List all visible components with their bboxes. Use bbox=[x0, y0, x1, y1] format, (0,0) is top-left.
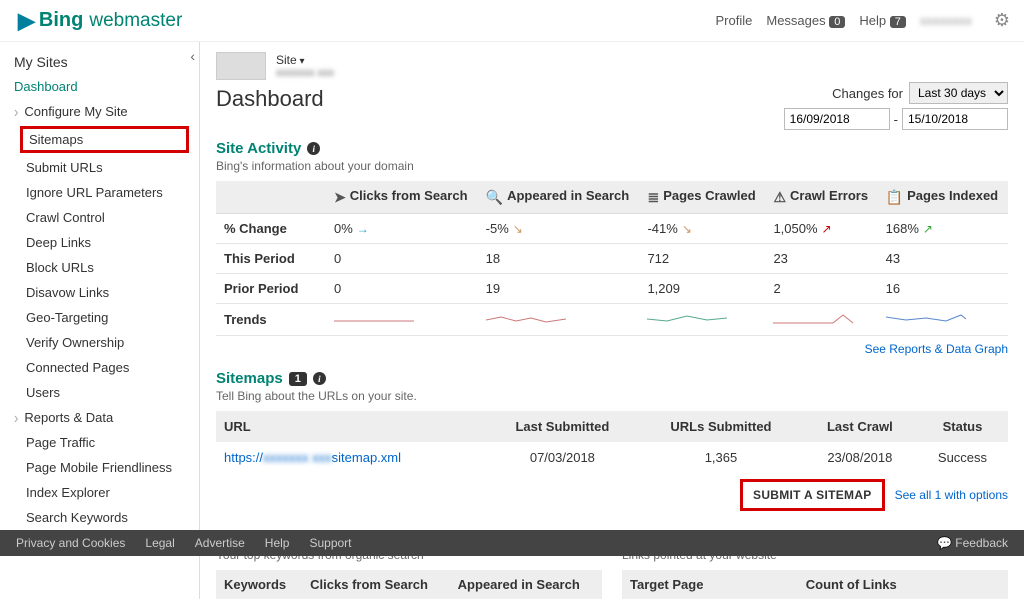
sitemaps-title: Sitemaps 1 i bbox=[216, 370, 1008, 387]
sidebar-configure[interactable]: Configure My Site bbox=[0, 99, 199, 124]
changes-range-select[interactable]: Last 30 days bbox=[909, 82, 1008, 104]
gear-icon[interactable]: ⚙ bbox=[994, 10, 1010, 31]
arrow-down-icon: ↘ bbox=[513, 222, 523, 236]
keywords-table: Keywords Clicks from Search Appeared in … bbox=[216, 570, 602, 599]
footer-help[interactable]: Help bbox=[265, 536, 290, 550]
sidebar-item-block-urls[interactable]: Block URLs bbox=[0, 255, 199, 280]
footer-support[interactable]: Support bbox=[309, 536, 351, 550]
submit-sitemap-button[interactable]: SUBMIT A SITEMAP bbox=[740, 479, 885, 511]
inbound-table: Target Page Count of Links bbox=[622, 570, 1008, 599]
crawl-icon: ≣ bbox=[647, 189, 659, 205]
topbar: ▶ Bing webmaster Profile Messages 0 Help… bbox=[0, 0, 1024, 42]
sparkline-icon bbox=[647, 311, 727, 325]
layout: ‹ My Sites Dashboard Configure My Site S… bbox=[0, 42, 1024, 599]
sidebar-reports[interactable]: Reports & Data bbox=[0, 405, 199, 430]
sidebar-item-geo[interactable]: Geo-Targeting bbox=[0, 305, 199, 330]
footer-left: Privacy and Cookies Legal Advertise Help… bbox=[16, 536, 352, 550]
messages-link[interactable]: Messages 0 bbox=[766, 13, 845, 28]
info-icon[interactable]: i bbox=[307, 142, 320, 155]
sidebar-item-submit-urls[interactable]: Submit URLs bbox=[0, 155, 199, 180]
date-to-input[interactable] bbox=[902, 108, 1008, 130]
error-icon: ⚠ bbox=[773, 189, 786, 205]
see-reports-link[interactable]: See Reports & Data Graph bbox=[865, 342, 1008, 356]
sidebar-dashboard[interactable]: Dashboard bbox=[0, 74, 199, 99]
sparkline-icon bbox=[773, 311, 853, 325]
sidebar-item-index-explorer[interactable]: Index Explorer bbox=[0, 480, 199, 505]
sitemap-row[interactable]: https://xxxxxxx xxxsitemap.xml 07/03/201… bbox=[216, 442, 1008, 473]
sidebar-item-deep-links[interactable]: Deep Links bbox=[0, 230, 199, 255]
date-row: - bbox=[216, 108, 1008, 130]
row-change: % Change 0%→ -5%↘ -41%↘ 1,050%↗ 168%↗ bbox=[216, 214, 1008, 244]
sidebar-item-sitemaps[interactable]: Sitemaps bbox=[20, 126, 189, 153]
site-activity-title: Site Activity i bbox=[216, 140, 1008, 157]
site-thumbnail[interactable] bbox=[216, 52, 266, 80]
sparkline-icon bbox=[486, 311, 566, 325]
footer-privacy[interactable]: Privacy and Cookies bbox=[16, 536, 125, 550]
site-dropdown-label: Site bbox=[276, 53, 334, 67]
arrow-down-icon: ↘ bbox=[682, 222, 692, 236]
sitemap-table: URL Last Submitted URLs Submitted Last C… bbox=[216, 411, 1008, 473]
col-crawled: ≣Pages Crawled bbox=[639, 181, 765, 214]
date-from-input[interactable] bbox=[784, 108, 890, 130]
arrow-up-icon: ↗ bbox=[923, 222, 933, 236]
footer-advertise[interactable]: Advertise bbox=[195, 536, 245, 550]
cursor-icon: ➤ bbox=[334, 189, 346, 205]
profile-link[interactable]: Profile bbox=[716, 13, 753, 28]
col-clicks: ➤Clicks from Search bbox=[326, 181, 478, 214]
sidebar-item-page-traffic[interactable]: Page Traffic bbox=[0, 430, 199, 455]
sparkline-icon bbox=[334, 311, 414, 325]
sitemap-url-link[interactable]: https://xxxxxxx xxxsitemap.xml bbox=[224, 450, 401, 465]
bing-logo[interactable]: ▶ Bing bbox=[18, 8, 83, 34]
site-select[interactable]: Site xxxxxxx xxx bbox=[276, 53, 334, 79]
arrow-right-icon: → bbox=[357, 222, 369, 236]
col-errors: ⚠Crawl Errors bbox=[765, 181, 877, 214]
indexed-icon: 📋 bbox=[886, 189, 903, 205]
date-separator: - bbox=[894, 112, 898, 127]
sidebar-my-sites[interactable]: My Sites bbox=[0, 50, 199, 74]
arrow-up-icon: ↗ bbox=[822, 222, 832, 236]
topbar-right: Profile Messages 0 Help 7 xxxxxxxx ⚙ bbox=[716, 10, 1011, 31]
col-appeared: 🔍Appeared in Search bbox=[478, 181, 640, 214]
sidebar-item-search-keywords[interactable]: Search Keywords bbox=[0, 505, 199, 530]
site-header: Site xxxxxxx xxx bbox=[216, 52, 1008, 80]
changes-label: Changes for bbox=[832, 86, 903, 101]
user-name[interactable]: xxxxxxxx bbox=[920, 13, 980, 28]
see-all-link[interactable]: See all 1 with options bbox=[895, 488, 1008, 502]
sitemaps-count-badge: 1 bbox=[289, 372, 307, 386]
activity-table: ➤Clicks from Search 🔍Appeared in Search … bbox=[216, 181, 1008, 336]
col-indexed: 📋Pages Indexed bbox=[878, 181, 1008, 214]
sidebar-collapse-icon[interactable]: ‹ bbox=[190, 48, 195, 64]
sitemaps-sub: Tell Bing about the URLs on your site. bbox=[216, 389, 1008, 403]
sidebar-item-connected[interactable]: Connected Pages bbox=[0, 355, 199, 380]
help-count: 7 bbox=[890, 16, 906, 28]
submit-row: SUBMIT A SITEMAP See all 1 with options bbox=[216, 479, 1008, 511]
changes-row: Changes for Last 30 days bbox=[216, 82, 1008, 104]
footer: Privacy and Cookies Legal Advertise Help… bbox=[0, 530, 1024, 556]
sidebar-item-mobile[interactable]: Page Mobile Friendliness bbox=[0, 455, 199, 480]
sidebar-item-disavow[interactable]: Disavow Links bbox=[0, 280, 199, 305]
sidebar-item-verify[interactable]: Verify Ownership bbox=[0, 330, 199, 355]
row-this-period: This Period 0187122343 bbox=[216, 244, 1008, 274]
site-activity-sub: Bing's information about your domain bbox=[216, 159, 1008, 173]
help-link[interactable]: Help 7 bbox=[859, 13, 906, 28]
topbar-left: ▶ Bing webmaster bbox=[18, 8, 182, 34]
row-trends: Trends bbox=[216, 304, 1008, 336]
main: Site xxxxxxx xxx Dashboard Changes for L… bbox=[200, 42, 1024, 599]
sidebar-item-users[interactable]: Users bbox=[0, 380, 199, 405]
footer-feedback[interactable]: 💬 Feedback bbox=[937, 536, 1008, 550]
sparkline-icon bbox=[886, 311, 966, 325]
messages-count: 0 bbox=[829, 16, 845, 28]
search-icon: 🔍 bbox=[486, 189, 503, 205]
bing-b-icon: ▶ bbox=[18, 8, 35, 34]
sidebar-item-ignore-url[interactable]: Ignore URL Parameters bbox=[0, 180, 199, 205]
sidebar: ‹ My Sites Dashboard Configure My Site S… bbox=[0, 42, 200, 599]
footer-legal[interactable]: Legal bbox=[145, 536, 174, 550]
reports-link-row: See Reports & Data Graph bbox=[216, 342, 1008, 356]
sidebar-item-crawl-control[interactable]: Crawl Control bbox=[0, 205, 199, 230]
site-url: xxxxxxx xxx bbox=[276, 67, 334, 79]
row-prior-period: Prior Period 0191,209216 bbox=[216, 274, 1008, 304]
logo-text: Bing bbox=[39, 9, 83, 32]
info-icon[interactable]: i bbox=[313, 372, 326, 385]
webmaster-text: webmaster bbox=[89, 10, 182, 32]
